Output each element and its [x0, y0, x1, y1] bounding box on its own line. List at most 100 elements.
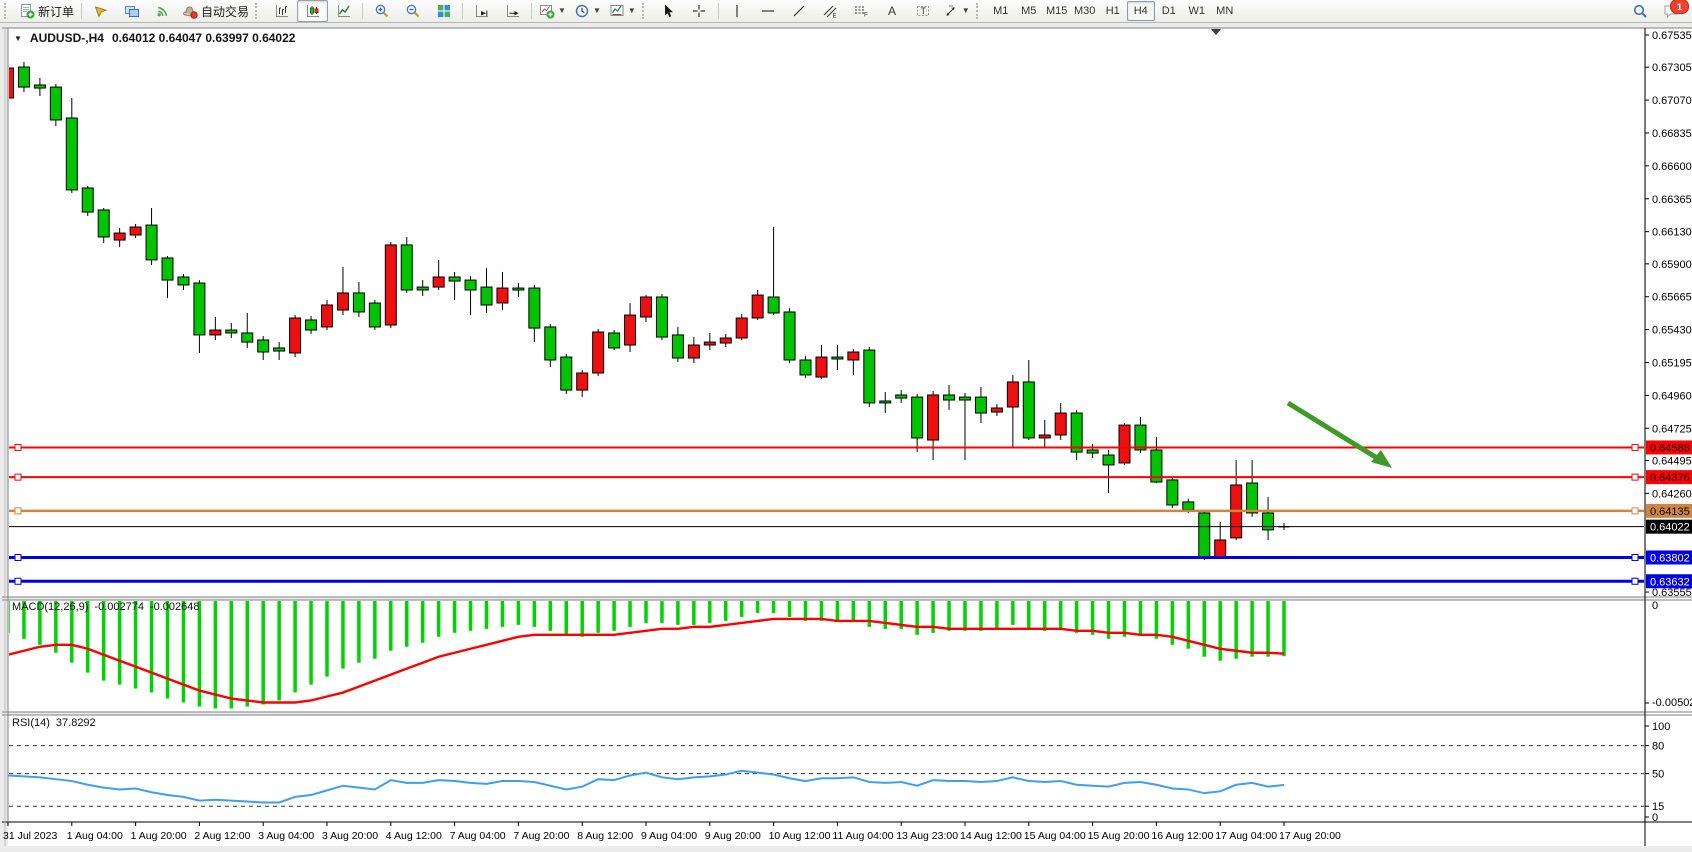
candle-body [242, 333, 253, 342]
price-tag-0.64022: 0.64022 [1646, 520, 1692, 534]
candle-body [465, 280, 476, 290]
line-handle[interactable] [15, 474, 21, 480]
time-tick-label: 17 Aug 04:00 [1215, 830, 1277, 842]
candle-body [656, 297, 667, 337]
candle-body [513, 288, 524, 290]
price-tag-0.64376: 0.64376 [1646, 470, 1692, 484]
candle-body [832, 357, 843, 359]
candle-body [1183, 502, 1194, 510]
candle-body [1039, 435, 1050, 438]
candle-body [290, 318, 301, 353]
candle-body [274, 348, 285, 351]
rsi-indicator-label: RSI(14) 37.8292 [12, 717, 96, 729]
candle-body [449, 277, 460, 281]
candle-body [736, 318, 747, 338]
candle-body [848, 352, 859, 360]
candle-body [1007, 382, 1018, 407]
line-handle[interactable] [15, 508, 21, 514]
price-tag-0.64135: 0.64135 [1646, 504, 1692, 518]
candle-body [162, 258, 173, 280]
candle-body [417, 287, 428, 290]
price-tick-label: 0.64260 [1652, 488, 1692, 500]
price-tag-0.64588: 0.64588 [1646, 440, 1692, 454]
time-tick-label: 2 Aug 12:00 [194, 830, 250, 842]
rsi-level-label: 80 [1652, 741, 1664, 753]
line-handle[interactable] [1632, 444, 1638, 450]
candle-body [226, 330, 237, 333]
price-tick-label: 0.66835 [1652, 128, 1692, 140]
candle-body [816, 357, 827, 377]
candle-body [34, 85, 45, 88]
candle-body [688, 345, 699, 358]
candle-body [593, 332, 604, 373]
price-tick-label: 0.67535 [1652, 30, 1692, 42]
price-tick-label: 0.67305 [1652, 62, 1692, 74]
time-tick-label: 16 Aug 12:00 [1151, 830, 1213, 842]
candle-body [210, 330, 221, 335]
candle-body [529, 288, 540, 328]
line-handle[interactable] [15, 578, 21, 584]
line-handle[interactable] [15, 444, 21, 450]
candle-body [1103, 455, 1114, 465]
price-tag-text: 0.64135 [1650, 506, 1690, 518]
time-tick-label: 4 Aug 12:00 [386, 830, 442, 842]
chart-menu-triangle-icon[interactable]: ▼ [14, 34, 22, 43]
candle-body [18, 67, 29, 87]
candle-body [784, 312, 795, 360]
candle-body [497, 288, 508, 303]
price-tick-label: 0.65665 [1652, 292, 1692, 304]
price-tick-label: 0.65900 [1652, 259, 1692, 271]
macd-indicator-label: MACD(12,26,9) -0.002774 -0.002648 [12, 601, 200, 613]
candle-body [864, 350, 875, 403]
time-tick-label: 3 Aug 20:00 [322, 830, 378, 842]
candle-body [641, 297, 652, 317]
rsi-value: 37.8292 [56, 717, 96, 729]
price-tag-text: 0.64022 [1650, 522, 1690, 534]
rsi-level-label: 50 [1652, 769, 1664, 781]
candle-body [975, 397, 986, 413]
line-handle[interactable] [1632, 474, 1638, 480]
price-tag-text: 0.64376 [1650, 472, 1690, 484]
macd-name: MACD(12,26,9) [12, 601, 88, 613]
time-tick-label: 14 Aug 12:00 [960, 830, 1022, 842]
candle-body [1199, 513, 1210, 557]
candle-body [609, 333, 620, 348]
candle-body [66, 118, 77, 190]
candle-body [704, 342, 715, 345]
candle-body [1135, 425, 1146, 450]
time-tick-label: 1 Aug 20:00 [131, 830, 187, 842]
candle-body [1023, 382, 1034, 438]
time-tick-label: 9 Aug 20:00 [705, 830, 761, 842]
line-handle[interactable] [1632, 508, 1638, 514]
price-tick-label: 0.65195 [1652, 358, 1692, 370]
line-handle[interactable] [15, 554, 21, 560]
price-tick-label: 0.66365 [1652, 194, 1692, 206]
candle-body [880, 401, 891, 403]
candle-body [481, 287, 492, 305]
time-tick-label: 11 Aug 04:00 [832, 830, 893, 842]
price-tag-0.63802: 0.63802 [1646, 550, 1692, 564]
time-tick-label: 10 Aug 12:00 [769, 830, 831, 842]
time-tick-label: 7 Aug 20:00 [513, 830, 569, 842]
candle-body [928, 395, 939, 440]
rsi-level-label: 0 [1652, 812, 1658, 824]
candle-body [545, 327, 556, 360]
candle-body [146, 225, 157, 260]
candle-body [114, 233, 125, 240]
candle-body [768, 297, 779, 313]
candle-body [178, 277, 189, 285]
time-tick-label: 13 Aug 23:00 [896, 830, 958, 842]
chart-canvas[interactable]: 0.675350.673050.670700.668350.666000.663… [0, 0, 1692, 852]
macd-pane[interactable] [8, 600, 1645, 712]
rsi-name: RSI(14) [12, 717, 50, 729]
candle-body [1247, 483, 1258, 513]
candle-body [194, 283, 205, 335]
price-tag-0.63632: 0.63632 [1646, 574, 1692, 588]
candle-body [944, 395, 955, 400]
line-handle[interactable] [1632, 554, 1638, 560]
candle-body [385, 245, 396, 325]
price-tick-label: 0.64725 [1652, 423, 1692, 435]
candle-body [896, 395, 907, 398]
macd-main-value: -0.002774 [94, 601, 144, 613]
line-handle[interactable] [1632, 578, 1638, 584]
